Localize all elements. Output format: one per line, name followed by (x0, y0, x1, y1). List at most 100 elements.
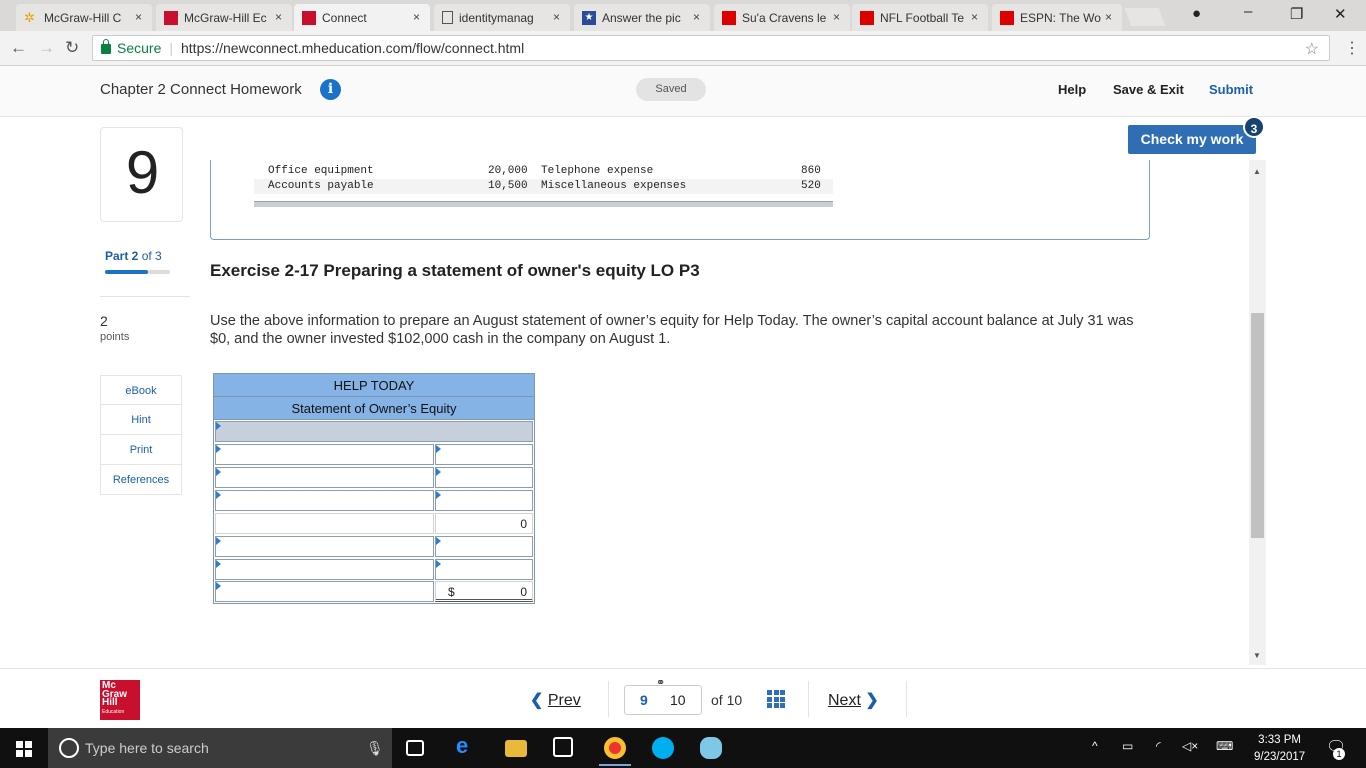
next-button[interactable]: Next ❯ (828, 690, 879, 710)
new-tab-button[interactable] (1124, 8, 1166, 26)
back-arrow-icon[interactable]: ← (10, 38, 27, 58)
prev-button[interactable]: ❮ Prev (530, 690, 581, 710)
close-icon[interactable]: × (971, 10, 978, 24)
footer-divider (608, 681, 609, 717)
taskbar-clock[interactable]: 3:33 PM 9/23/2017 (1254, 732, 1305, 766)
tab-mcgraw-hill-c[interactable]: ✲ McGraw-Hill C × (16, 4, 152, 31)
scrollbar-thumb[interactable] (1251, 313, 1264, 538)
hint-button[interactable]: Hint (100, 405, 182, 435)
prev-label: Prev (547, 692, 581, 709)
star-favicon-icon: ✲ (24, 9, 35, 25)
mcgraw-hill-logo: Mc Graw Hill Education (100, 680, 140, 720)
period-dropdown[interactable] (215, 421, 533, 442)
scroll-up-arrow-icon[interactable]: ▲ (1253, 167, 1261, 176)
chevron-left-icon: ❮ (530, 692, 544, 709)
data-table-scrollbar[interactable] (254, 201, 833, 207)
espn-favicon-icon (1000, 10, 1014, 25)
dropdown-flag-icon (436, 445, 441, 453)
close-icon[interactable]: × (413, 10, 420, 24)
window-close-icon[interactable]: ✕ (1334, 5, 1347, 23)
battery-icon[interactable]: ▭ (1122, 739, 1133, 753)
clock-time: 3:33 PM (1258, 734, 1301, 746)
part-indicator: Part 2 of 3 (105, 249, 162, 263)
tab-connect[interactable]: Connect × (294, 4, 430, 31)
close-icon[interactable]: × (553, 10, 560, 24)
dropdown-flag-icon (436, 468, 441, 476)
espn-favicon-icon (860, 10, 874, 25)
forward-arrow-icon[interactable]: → (38, 38, 55, 58)
close-icon[interactable]: × (1105, 10, 1112, 24)
account-dropdown[interactable] (215, 536, 434, 557)
task-view-icon[interactable] (406, 740, 424, 756)
amount-input[interactable] (435, 467, 533, 488)
bookmark-star-icon[interactable]: ☆ (1305, 39, 1319, 59)
keyboard-icon[interactable]: ⌨ (1216, 739, 1233, 753)
question-navigation-footer: Mc Graw Hill Education ❮ Prev ⚭ 9 10 of … (0, 668, 1366, 728)
amount-input[interactable] (435, 536, 533, 557)
close-icon[interactable]: × (275, 10, 282, 24)
amount-input[interactable] (435, 444, 533, 465)
tab-nfl-football[interactable]: NFL Football Te × (852, 4, 988, 31)
dropdown-flag-icon (216, 422, 221, 430)
store-icon[interactable] (553, 737, 573, 757)
close-icon[interactable]: × (833, 10, 840, 24)
grid-view-icon[interactable] (767, 690, 785, 708)
account-dropdown[interactable] (215, 581, 434, 602)
page-title: Chapter 2 Connect Homework (100, 81, 302, 98)
close-icon[interactable]: × (135, 10, 142, 24)
url-separator: | (169, 40, 173, 56)
edge-icon[interactable]: e (456, 733, 478, 758)
chrome-icon[interactable] (604, 737, 626, 759)
amount-input[interactable] (435, 490, 533, 511)
exercise-title: Exercise 2-17 Preparing a statement of o… (210, 261, 700, 280)
page-total: of 10 (711, 692, 743, 708)
close-icon[interactable]: × (693, 10, 700, 24)
minimize-icon[interactable]: – (1244, 3, 1252, 20)
taskbar-search-box[interactable]: Type here to search 🎙 (48, 728, 392, 768)
windows-start-icon[interactable] (16, 741, 32, 757)
info-icon[interactable]: i (320, 79, 341, 100)
microphone-icon[interactable]: 🎙 (366, 740, 384, 757)
star-favicon-icon: ★ (582, 10, 596, 25)
tab-identitymanag[interactable]: identitymanag × (434, 4, 570, 31)
check-my-work-button[interactable]: Check my work (1128, 125, 1256, 154)
reload-icon[interactable]: ↻ (65, 38, 79, 58)
volume-icon[interactable]: ◁× (1182, 739, 1198, 753)
windows-taskbar: Type here to search 🎙 e ^ ▭ ◜ ◁× ⌨ 3:33 … (0, 728, 1366, 768)
tab-sua-cravens[interactable]: Su'a Cravens le × (714, 4, 850, 31)
data-label-2: Miscellaneous expenses (541, 180, 687, 192)
account-dropdown[interactable] (215, 444, 434, 465)
account-dropdown[interactable] (215, 559, 434, 580)
skype-icon[interactable] (652, 737, 674, 759)
file-explorer-icon[interactable] (505, 740, 527, 757)
paint-icon[interactable] (700, 737, 722, 759)
references-button[interactable]: References (100, 465, 182, 495)
address-bar[interactable]: Secure | https://newconnect.mheducation.… (92, 35, 1330, 61)
browser-toolbar: ← → ↻ Secure | https://newconnect.mheduc… (0, 31, 1366, 66)
scroll-down-arrow-icon[interactable]: ▼ (1253, 651, 1261, 660)
question-number-box: 9 (100, 127, 183, 222)
amount-input[interactable] (435, 559, 533, 580)
tab-espn[interactable]: ESPN: The Wo × (992, 4, 1122, 31)
tab-mcgraw-hill-ec[interactable]: McGraw-Hill Ec × (156, 4, 292, 31)
page-field-value: 10 (670, 692, 686, 708)
account-dropdown[interactable] (215, 467, 434, 488)
menu-kebab-icon[interactable]: ⋮ (1344, 38, 1360, 58)
help-link[interactable]: Help (1058, 82, 1086, 97)
tab-answer-the-pic[interactable]: ★ Answer the pic × (574, 4, 710, 31)
profile-icon[interactable]: ● (1192, 5, 1201, 22)
page-jump-input[interactable]: 9 10 (624, 685, 702, 715)
account-dropdown[interactable] (215, 490, 434, 511)
tray-chevron-up-icon[interactable]: ^ (1092, 739, 1098, 753)
submit-link[interactable]: Submit (1209, 82, 1253, 97)
wifi-icon[interactable]: ◜ (1156, 739, 1161, 753)
restore-icon[interactable]: ❐ (1290, 5, 1303, 23)
ebook-button[interactable]: eBook (100, 375, 182, 405)
points-label: points (100, 331, 130, 343)
url-text[interactable]: https://newconnect.mheducation.com/flow/… (181, 40, 524, 56)
statement-table: HELP TODAY Statement of Owner’s Equity 0… (213, 373, 535, 604)
print-button[interactable]: Print (100, 435, 182, 465)
secure-indicator[interactable]: Secure (101, 39, 161, 56)
save-exit-link[interactable]: Save & Exit (1113, 82, 1184, 97)
subtotal-label-cell (215, 513, 434, 534)
